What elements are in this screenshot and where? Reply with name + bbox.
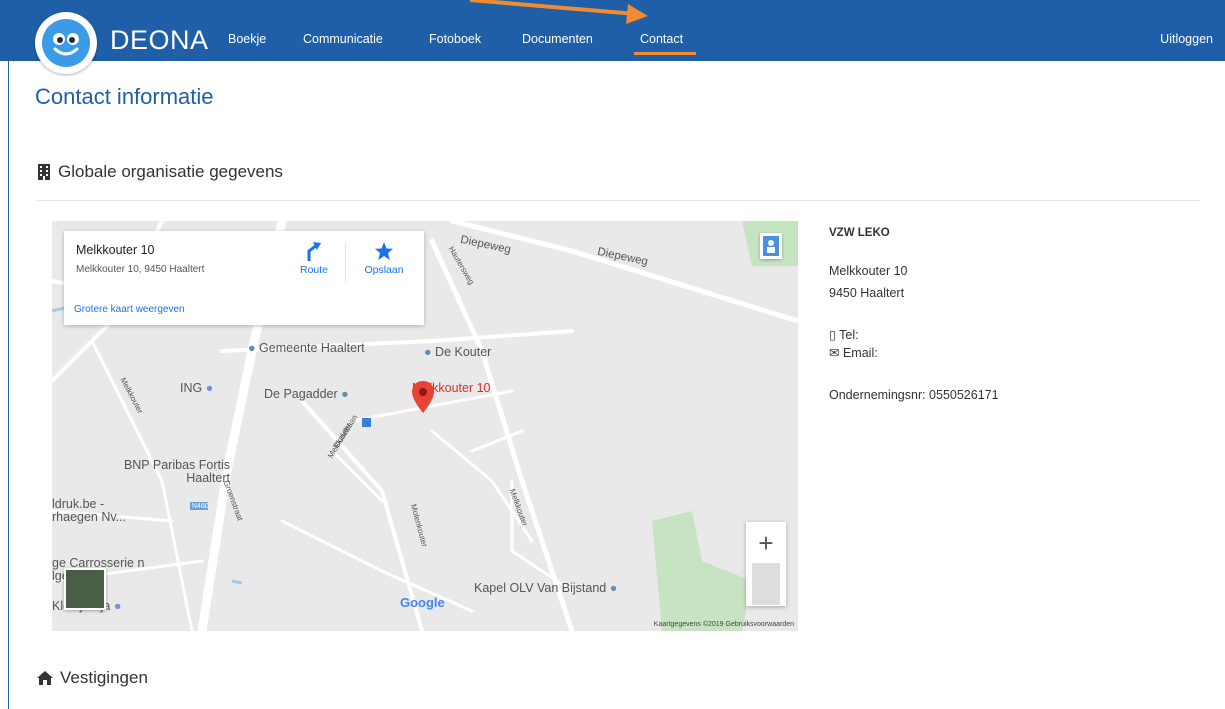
card-separator <box>345 243 346 283</box>
divider <box>37 200 1199 201</box>
nav-fotoboek[interactable]: Fotoboek <box>429 32 481 46</box>
org-name: VZW LEKO <box>829 227 890 239</box>
map-pin-icon: ● <box>341 387 349 401</box>
map-info-card: Melkkouter 10 Melkkouter 10, 9450 Haalte… <box>64 231 424 325</box>
nav-documenten[interactable]: Documenten <box>522 32 593 46</box>
map-footer[interactable]: Kaartgegevens ©2019 Gebruiksvoorwaarden <box>654 621 794 628</box>
home-icon <box>37 671 53 685</box>
nav-communicatie[interactable]: Communicatie <box>303 32 383 46</box>
road-badge: N460 <box>192 503 209 510</box>
location-pin-icon <box>412 381 434 413</box>
nav-boekje[interactable]: Boekje <box>228 32 266 46</box>
org-street: Melkkouter 10 <box>829 264 908 278</box>
zoom-in-button[interactable]: + <box>746 522 786 564</box>
zoom-separator <box>752 563 780 605</box>
poi-drukkerij[interactable]: ldruk.be - rhaegen Nv... <box>52 498 142 524</box>
page-border <box>8 61 9 709</box>
selected-location-marker[interactable]: Melkkouter 10 <box>412 381 491 413</box>
org-company-number: Ondernemingsnr: 0550526171 <box>829 388 999 402</box>
poi-bnp-paribas[interactable]: BNP Paribas Fortis Haaltert <box>120 459 230 485</box>
poi-ing[interactable]: ING ● <box>180 381 213 395</box>
annotation-arrow-icon <box>469 0 648 24</box>
org-phone: ▯ Tel: <box>829 328 859 342</box>
nav-contact[interactable]: Contact <box>640 32 683 46</box>
map-pin-icon: ● <box>424 345 432 359</box>
save-button[interactable]: Opslaan <box>359 241 409 276</box>
section-branches-header: Vestigingen <box>37 668 148 688</box>
map-pin-icon: ● <box>248 341 256 355</box>
directions-icon <box>307 242 321 261</box>
street-view-button[interactable] <box>760 233 782 259</box>
church-icon: ● <box>609 581 618 595</box>
shop-icon: ● <box>113 599 122 613</box>
section-organization-title: Globale organisatie gegevens <box>58 162 283 181</box>
card-title: Melkkouter 10 <box>76 243 155 257</box>
poi-gemeente-haaltert[interactable]: ● Gemeente Haaltert <box>248 341 365 355</box>
building-icon <box>38 164 50 180</box>
route-button[interactable]: Route <box>294 241 334 276</box>
satellite-toggle[interactable] <box>64 568 106 610</box>
logout-link[interactable]: Uitloggen <box>1160 32 1213 46</box>
poi-kapel[interactable]: Kapel OLV Van Bijstand ● <box>474 581 617 595</box>
poi-de-kouter[interactable]: ● De Kouter <box>424 345 491 359</box>
active-nav-indicator <box>634 52 696 55</box>
poi-de-pagadder[interactable]: De Pagadder ● <box>264 387 349 401</box>
section-organization-header: Globale organisatie gegevens <box>37 162 283 182</box>
phone-icon: ▯ <box>829 328 836 342</box>
card-address: Melkkouter 10, 9450 Haaltert <box>76 264 205 275</box>
zoom-controls: + − <box>746 522 786 606</box>
envelope-icon: ✉ <box>829 346 840 360</box>
section-branches-title: Vestigingen <box>60 668 148 687</box>
larger-map-link[interactable]: Grotere kaart weergeven <box>74 304 185 315</box>
org-email: ✉ Email: <box>829 346 878 360</box>
org-city: 9450 Haaltert <box>829 286 905 300</box>
bank-icon: ● <box>205 381 214 395</box>
page-title: Contact informatie <box>35 84 214 109</box>
google-logo: Google <box>400 595 445 610</box>
star-icon <box>375 242 393 260</box>
pegman-icon <box>763 236 779 256</box>
